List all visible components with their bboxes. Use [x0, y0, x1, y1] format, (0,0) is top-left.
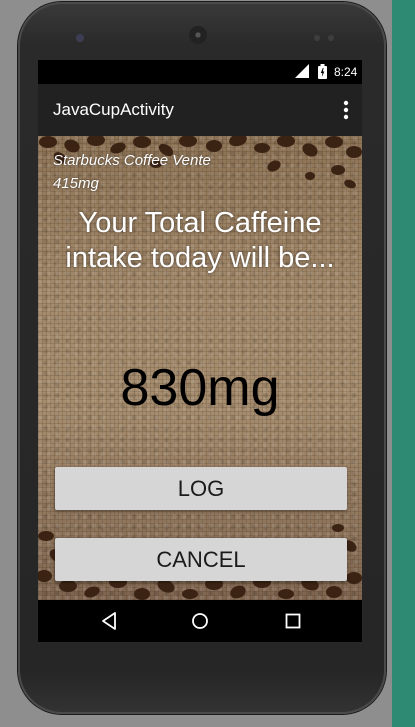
- overflow-menu-icon[interactable]: [334, 98, 358, 122]
- app-title: JavaCupActivity: [53, 100, 174, 119]
- signal-icon: [295, 64, 309, 78]
- caffeine-total: 830mg: [120, 359, 280, 417]
- emulator-stage: 8:24 JavaCupActivity Starbucks Coffee Ve…: [0, 0, 415, 727]
- light-sensor: [328, 35, 334, 41]
- recent-apps-icon[interactable]: [282, 610, 304, 632]
- activity-content: Starbucks Coffee Vente 415mg Your Total …: [38, 136, 362, 600]
- window-edge: [392, 0, 415, 727]
- action-bar: JavaCupActivity: [38, 84, 362, 136]
- back-icon[interactable]: [99, 610, 121, 632]
- status-time: 8:24: [334, 65, 358, 79]
- battery-icon: [318, 64, 327, 79]
- caffeine-headline: Your Total Caffeine intake today will be…: [65, 207, 335, 274]
- earpiece-speaker: [189, 26, 207, 44]
- drink-caffeine-amount: 415mg: [53, 175, 99, 192]
- navigation-bar: [38, 600, 362, 642]
- proximity-sensor: [314, 35, 320, 41]
- phone-frame: 8:24 JavaCupActivity Starbucks Coffee Ve…: [18, 2, 386, 714]
- log-button[interactable]: LOG: [55, 467, 347, 510]
- cancel-button[interactable]: CANCEL: [55, 538, 347, 581]
- front-camera: [76, 34, 84, 42]
- drink-name: Starbucks Coffee Vente: [53, 152, 211, 169]
- status-bar: 8:24: [38, 60, 362, 84]
- home-icon[interactable]: [189, 610, 211, 632]
- device-screen: 8:24 JavaCupActivity Starbucks Coffee Ve…: [38, 60, 362, 642]
